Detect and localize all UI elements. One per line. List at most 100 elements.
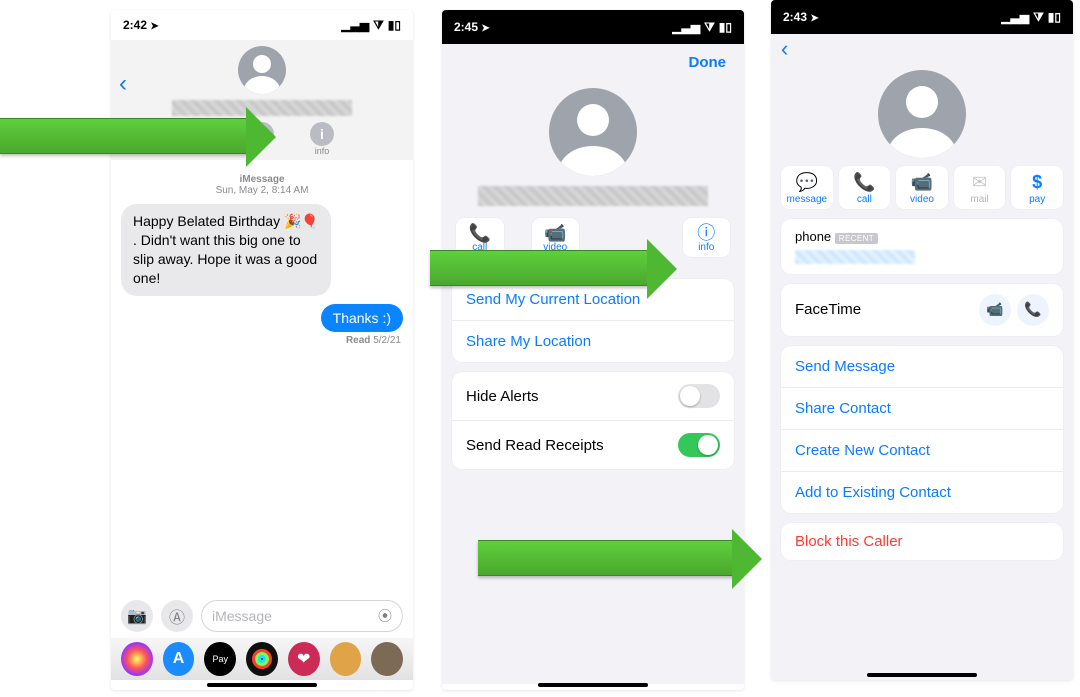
battery-icon: ▮▯ — [719, 20, 732, 34]
hide-alerts-row: Hide Alerts — [452, 372, 734, 420]
incoming-message-bubble[interactable]: Happy Belated Birthday 🎉🎈 . Didn't want … — [121, 204, 331, 296]
status-bar: 2:42 ➤ ▁▃▅ ⧩ ▮▯ — [111, 10, 413, 40]
settings-card: Hide Alerts Send Read Receipts — [452, 372, 734, 469]
send-message-link[interactable]: Send Message — [781, 346, 1063, 387]
contact-avatar[interactable] — [549, 88, 637, 176]
wifi-icon: ⧩ — [1033, 10, 1044, 25]
sticker-app-icon[interactable] — [371, 642, 403, 676]
location-status-icon: ➤ — [810, 13, 818, 24]
photos-app-icon[interactable] — [121, 642, 153, 676]
create-new-contact-link[interactable]: Create New Contact — [781, 429, 1063, 471]
message-text-input[interactable]: iMessage ⦿ — [201, 600, 403, 632]
info-label: info — [698, 242, 714, 253]
info-icon: ⓘ — [697, 224, 715, 242]
tutorial-arrow-1 — [0, 118, 248, 154]
status-right: ▁▃▅ ⧩ ▮▯ — [1001, 10, 1061, 25]
video-icon: 📹 — [986, 301, 1003, 318]
contact-links-card: Send Message Share Contact Create New Co… — [781, 346, 1063, 513]
details-header: Done 📞 call 📹 video ·· ⓘ info — [446, 50, 740, 269]
facetime-video-button[interactable]: 📹 — [979, 294, 1011, 326]
phone-conversation-details: 2:45 ➤ ▁▃▅ ⧩ ▮▯ Done 📞 call 📹 video ·· — [442, 10, 744, 690]
cell-signal-icon: ▁▃▅ — [1001, 10, 1029, 24]
read-receipts-row: Send Read Receipts — [452, 420, 734, 469]
facetime-audio-button[interactable]: 📞 — [1017, 294, 1049, 326]
outgoing-message-bubble[interactable]: Thanks :) — [321, 304, 403, 332]
status-right: ▁▃▅ ⧩ ▮▯ — [672, 20, 732, 35]
message-icon: 💬 — [796, 172, 818, 194]
status-time: 2:42 — [123, 18, 147, 32]
phone-icon: 📞 — [469, 224, 491, 242]
cell-signal-icon: ▁▃▅ — [672, 20, 700, 34]
video-icon: 📹 — [544, 224, 566, 242]
location-status-icon: ➤ — [150, 21, 158, 32]
health-app-icon[interactable]: ❤ — [288, 642, 320, 676]
appstore-app-icon[interactable]: A — [163, 642, 195, 676]
read-receipts-switch[interactable] — [678, 433, 720, 457]
hide-alerts-label: Hide Alerts — [466, 388, 539, 405]
phone-icon: 📞 — [1024, 301, 1041, 318]
status-time: 2:45 — [454, 20, 478, 34]
done-button[interactable]: Done — [689, 54, 727, 71]
back-button[interactable]: ‹ — [119, 70, 127, 98]
info-icon: i — [310, 122, 334, 146]
wifi-icon: ⧩ — [373, 18, 384, 33]
status-bar: 2:43 ➤ ▁▃▅ ⧩ ▮▯ — [771, 0, 1073, 34]
facetime-label: FaceTime — [795, 301, 861, 318]
home-indicator[interactable] — [207, 683, 317, 687]
info-label: info — [315, 146, 330, 156]
status-right: ▁▃▅ ⧩ ▮▯ — [341, 18, 401, 33]
phone-number-redacted — [795, 250, 915, 264]
share-contact-link[interactable]: Share Contact — [781, 387, 1063, 429]
contact-avatar[interactable] — [878, 70, 966, 158]
message-input-bar: 📷 Ⓐ iMessage ⦿ — [111, 594, 413, 638]
contact-header-bar: ‹ — [771, 34, 1073, 64]
message-meta: iMessage Sun, May 2, 8:14 AM — [111, 174, 413, 196]
pay-card[interactable]: $pay — [1011, 166, 1063, 209]
wifi-icon: ⧩ — [704, 20, 715, 35]
phone-number-section[interactable]: phone RECENT — [781, 219, 1063, 274]
block-this-caller[interactable]: Block this Caller — [781, 523, 1063, 560]
contact-name-redacted — [478, 186, 708, 206]
contact-avatar[interactable] — [238, 46, 286, 94]
facetime-section: FaceTime 📹 📞 — [781, 284, 1063, 336]
service-label: iMessage — [111, 174, 413, 185]
add-existing-contact-link[interactable]: Add to Existing Contact — [781, 471, 1063, 513]
tutorial-arrow-3 — [478, 540, 734, 576]
read-receipts-label: Send Read Receipts — [466, 437, 604, 454]
apps-button[interactable]: Ⓐ — [161, 600, 193, 632]
status-time: 2:43 — [783, 10, 807, 24]
status-bar: 2:45 ➤ ▁▃▅ ⧩ ▮▯ — [442, 10, 744, 44]
contact-action-grid: 💬message 📞call 📹video ✉mail $pay — [771, 166, 1073, 209]
read-receipt: Read 5/2/21 — [111, 335, 401, 346]
memoji-app-icon[interactable] — [330, 642, 362, 676]
video-card[interactable]: 📹video — [896, 166, 948, 209]
location-card: Send My Current Location Share My Locati… — [452, 279, 734, 362]
input-placeholder: iMessage — [212, 608, 272, 624]
recent-badge: RECENT — [835, 233, 878, 244]
phone-icon: 📞 — [853, 172, 875, 194]
call-card[interactable]: 📞call — [839, 166, 891, 209]
tutorial-arrow-2 — [430, 250, 649, 286]
voice-record-icon[interactable]: ⦿ — [378, 606, 392, 626]
hide-alerts-switch[interactable] — [678, 384, 720, 408]
info-card[interactable]: ⓘ info — [683, 218, 731, 257]
activity-app-icon[interactable] — [246, 642, 278, 676]
camera-button[interactable]: 📷 — [121, 600, 153, 632]
share-my-location[interactable]: Share My Location — [452, 320, 734, 362]
back-button[interactable]: ‹ — [781, 36, 788, 62]
phone-field-label: phone RECENT — [795, 229, 1049, 244]
home-indicator[interactable] — [538, 683, 648, 687]
home-indicator[interactable] — [867, 673, 977, 677]
details-body: Done 📞 call 📹 video ·· ⓘ info S — [442, 44, 744, 684]
contact-body: 2:43 ➤ ▁▃▅ ⧩ ▮▯ ‹ 💬message 📞call 📹video … — [771, 0, 1073, 680]
video-icon: 📹 — [911, 172, 933, 194]
message-card[interactable]: 💬message — [781, 166, 833, 209]
applepay-app-icon[interactable]: Pay — [204, 642, 236, 676]
cell-signal-icon: ▁▃▅ — [341, 18, 369, 32]
dollar-icon: $ — [1032, 172, 1042, 194]
battery-icon: ▮▯ — [1048, 10, 1061, 24]
mail-icon: ✉ — [972, 172, 987, 194]
app-drawer[interactable]: A Pay ❤ — [111, 638, 413, 680]
message-date: Sun, May 2, 8:14 AM — [111, 185, 413, 196]
info-action[interactable]: i info — [310, 122, 334, 156]
